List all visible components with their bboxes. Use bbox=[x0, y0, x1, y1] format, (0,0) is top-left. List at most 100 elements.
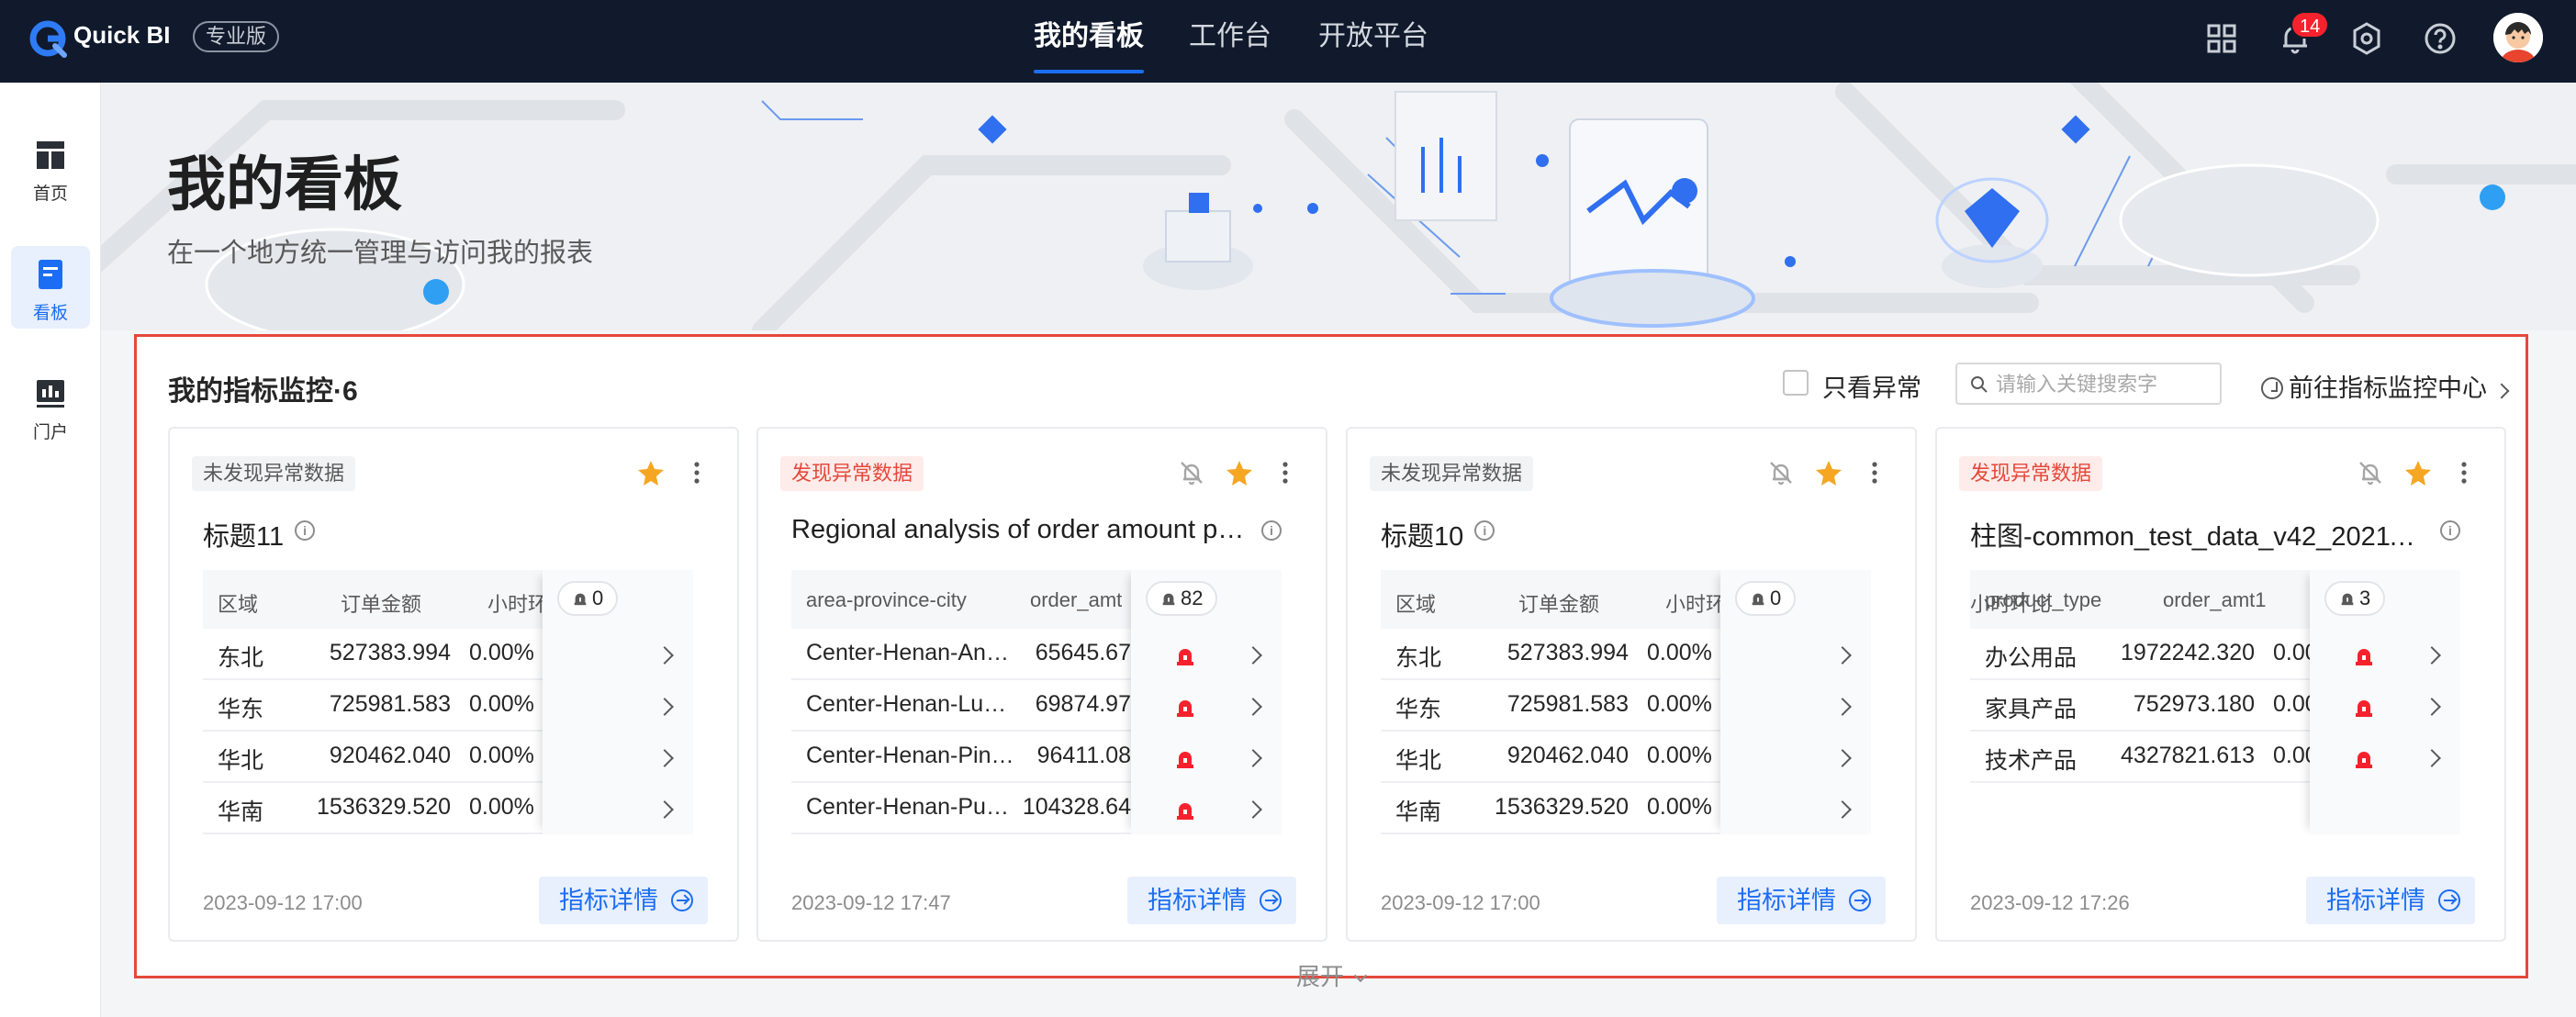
nav-workbench[interactable]: 工作台 bbox=[1189, 0, 1271, 83]
column-header: area-province-city bbox=[806, 588, 967, 611]
chevron-right-icon[interactable] bbox=[1833, 749, 1852, 767]
row-change: 0.00% bbox=[469, 691, 534, 717]
mute-notification-icon[interactable] bbox=[1177, 458, 1206, 487]
chevron-right-icon[interactable] bbox=[2423, 749, 2441, 767]
star-icon[interactable] bbox=[1814, 458, 1843, 487]
user-avatar[interactable] bbox=[2493, 13, 2543, 62]
star-icon[interactable] bbox=[2403, 458, 2433, 487]
row-dimension: 技术产品 bbox=[1985, 748, 2078, 774]
chevron-right-icon[interactable] bbox=[2423, 698, 2441, 716]
chevron-right-icon[interactable] bbox=[1244, 698, 1262, 716]
chevron-right-icon[interactable] bbox=[655, 800, 674, 819]
row-dimension: 家具产品 bbox=[1985, 697, 2078, 722]
metric-detail-label: 指标详情 bbox=[2326, 887, 2425, 914]
chevron-right-icon[interactable] bbox=[2423, 646, 2441, 665]
row-value: 527383.994 bbox=[329, 640, 451, 665]
more-options-icon[interactable] bbox=[1271, 458, 1300, 487]
metric-card-title-text: 标题10 bbox=[1381, 522, 1464, 552]
star-icon[interactable] bbox=[1225, 458, 1254, 487]
star-icon[interactable] bbox=[636, 458, 666, 487]
info-icon[interactable]: i bbox=[1474, 520, 1495, 541]
chevron-right-icon[interactable] bbox=[1244, 646, 1262, 665]
metric-detail-button[interactable]: 指标详情 bbox=[1127, 877, 1296, 924]
nav-open-platform[interactable]: 开放平台 bbox=[1318, 0, 1428, 83]
sidebar-item-portal[interactable]: 门户 bbox=[11, 365, 90, 448]
apps-grid-icon[interactable] bbox=[2203, 20, 2240, 57]
alarm-siren-icon bbox=[2352, 695, 2376, 719]
arrow-circle-right-icon bbox=[1849, 889, 1871, 911]
goto-monitor-center-link[interactable]: 前往指标监控中心 bbox=[2261, 368, 2510, 404]
left-sidebar: 首页 看板 门户 bbox=[0, 83, 101, 1017]
alarm-count: 3 bbox=[2359, 587, 2371, 609]
avatar-face-icon bbox=[2493, 13, 2543, 62]
keyword-search-box[interactable] bbox=[1955, 363, 2222, 405]
chevron-right-icon[interactable] bbox=[1244, 800, 1262, 819]
only-abnormal-checkbox[interactable] bbox=[1783, 370, 1809, 396]
info-icon[interactable]: i bbox=[295, 520, 316, 541]
row-dimension: 华南 bbox=[218, 799, 264, 825]
metric-card-title[interactable]: 标题11 i bbox=[203, 515, 699, 553]
notification-count-badge: 14 bbox=[2290, 11, 2330, 39]
row-dimension: 华南 bbox=[1395, 799, 1442, 825]
row-value: 1536329.520 bbox=[317, 794, 451, 820]
sidebar-item-boards[interactable]: 看板 bbox=[11, 246, 90, 329]
alarm-siren-icon bbox=[2352, 643, 2376, 667]
alarm-count-pill: 3 bbox=[2324, 581, 2386, 616]
metric-card-title[interactable]: Regional analysis of order amount propor… bbox=[791, 515, 1287, 545]
row-value: 920462.040 bbox=[1506, 743, 1629, 768]
chevron-right-icon[interactable] bbox=[1833, 646, 1852, 665]
row-value: 527383.994 bbox=[1506, 640, 1629, 665]
expand-toggle[interactable]: 展开 bbox=[1296, 958, 1368, 992]
column-header: 小时环比 bbox=[1970, 593, 2052, 616]
nav-my-boards[interactable]: 我的看板 bbox=[1034, 0, 1144, 83]
metric-detail-button[interactable]: 指标详情 bbox=[2306, 877, 2475, 924]
help-icon[interactable] bbox=[2422, 20, 2458, 57]
chevron-right-icon[interactable] bbox=[1833, 698, 1852, 716]
update-time: 2023-09-12 17:00 bbox=[203, 891, 363, 914]
row-value: 104328.64 bbox=[1022, 794, 1131, 820]
info-icon[interactable]: i bbox=[1261, 520, 1282, 541]
banner-illustration bbox=[101, 83, 2576, 330]
home-icon bbox=[37, 141, 64, 169]
row-change: 0.00% bbox=[1647, 794, 1712, 820]
more-options-icon[interactable] bbox=[1860, 458, 1889, 487]
row-dimension: 华北 bbox=[218, 748, 264, 774]
alarm-column: 0 bbox=[543, 570, 693, 834]
chevron-right-icon[interactable] bbox=[655, 698, 674, 716]
metric-detail-button[interactable]: 指标详情 bbox=[1717, 877, 1886, 924]
alarm-count: 0 bbox=[1770, 587, 1782, 609]
app-brand[interactable]: Quick BI bbox=[73, 21, 170, 50]
metric-card-title-text: 柱图-common_test_data_v42_20211207 bbox=[1970, 522, 2429, 552]
chevron-right-icon[interactable] bbox=[1833, 800, 1852, 819]
more-options-icon[interactable] bbox=[2449, 458, 2479, 487]
metric-card-title[interactable]: 标题10 i bbox=[1381, 515, 1876, 553]
mute-notification-icon[interactable] bbox=[2356, 458, 2385, 487]
alarm-column: 0 bbox=[1720, 570, 1871, 834]
chevron-right-icon[interactable] bbox=[655, 646, 674, 665]
alarm-siren-icon bbox=[1173, 643, 1197, 667]
sidebar-item-home[interactable]: 首页 bbox=[11, 127, 90, 209]
column-header: order_amt1 bbox=[2163, 588, 2267, 611]
only-abnormal-label[interactable]: 只看异常 bbox=[1822, 368, 1921, 404]
row-dimension: 办公用品 bbox=[1985, 645, 2078, 671]
row-change: 0.00% bbox=[1647, 691, 1712, 717]
chevron-right-icon[interactable] bbox=[1244, 749, 1262, 767]
mute-notification-icon[interactable] bbox=[1766, 458, 1796, 487]
status-tag: 未发现异常数据 bbox=[192, 456, 356, 491]
info-icon[interactable]: i bbox=[2440, 520, 2460, 541]
metric-card-title[interactable]: 柱图-common_test_data_v42_20211207 i bbox=[1970, 515, 2466, 553]
column-header: order_amt bbox=[1030, 588, 1123, 611]
chevron-right-icon bbox=[2493, 383, 2510, 399]
metric-card: 未发现异常数据 标题10 i 区域 订单金额 小时环比 东北 527383.994 0.00% 华… bbox=[1346, 427, 1917, 942]
chevron-down-icon bbox=[1354, 968, 1368, 983]
row-value: 4327821.613 bbox=[2121, 743, 2255, 768]
chevron-right-icon[interactable] bbox=[655, 749, 674, 767]
gear-icon[interactable] bbox=[2348, 20, 2385, 57]
metric-detail-button[interactable]: 指标详情 bbox=[539, 877, 708, 924]
search-input[interactable] bbox=[1996, 368, 2216, 401]
more-options-icon[interactable] bbox=[682, 458, 711, 487]
page-title: 我的看板 bbox=[167, 151, 402, 218]
search-icon bbox=[1971, 376, 1988, 393]
metric-detail-label: 指标详情 bbox=[1148, 887, 1247, 914]
row-change: 0.00% bbox=[469, 794, 534, 820]
